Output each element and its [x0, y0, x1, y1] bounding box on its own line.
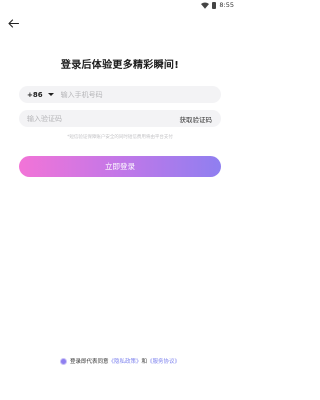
- agreement-prefix: 登录即代表同意: [69, 359, 109, 365]
- service-agreement-link[interactable]: 《服务协议》: [147, 357, 180, 365]
- code-field-row: 获取验证码: [19, 110, 221, 127]
- back-button[interactable]: [6, 16, 20, 30]
- sms-hint-text: *短信验证保障账户安全的同时短信费用将由平台支付: [67, 135, 173, 140]
- status-icons: 8:55: [201, 2, 234, 9]
- page-title: 登录后体验更多精彩瞬间!: [60, 60, 180, 71]
- phone-input[interactable]: [60, 90, 201, 99]
- wifi-icon: [201, 2, 210, 9]
- verification-code-input[interactable]: [27, 114, 147, 123]
- login-button[interactable]: 立即登录: [19, 156, 221, 177]
- arrow-left-icon: [7, 18, 19, 28]
- status-time: 8:55: [219, 1, 234, 9]
- battery-icon: [212, 2, 217, 9]
- chevron-down-icon[interactable]: [47, 93, 54, 96]
- get-code-button[interactable]: 获取验证码: [180, 114, 213, 124]
- country-code-selector[interactable]: +86: [27, 91, 43, 99]
- privacy-policy-link[interactable]: 《隐私政策》: [108, 357, 141, 365]
- agreement-row: 登录即代表同意 《隐私政策》 和 《服务协议》: [0, 357, 240, 365]
- status-bar: 8:55: [0, 0, 240, 12]
- phone-field-row: +86: [19, 86, 221, 103]
- agreement-checkbox[interactable]: [59, 357, 67, 365]
